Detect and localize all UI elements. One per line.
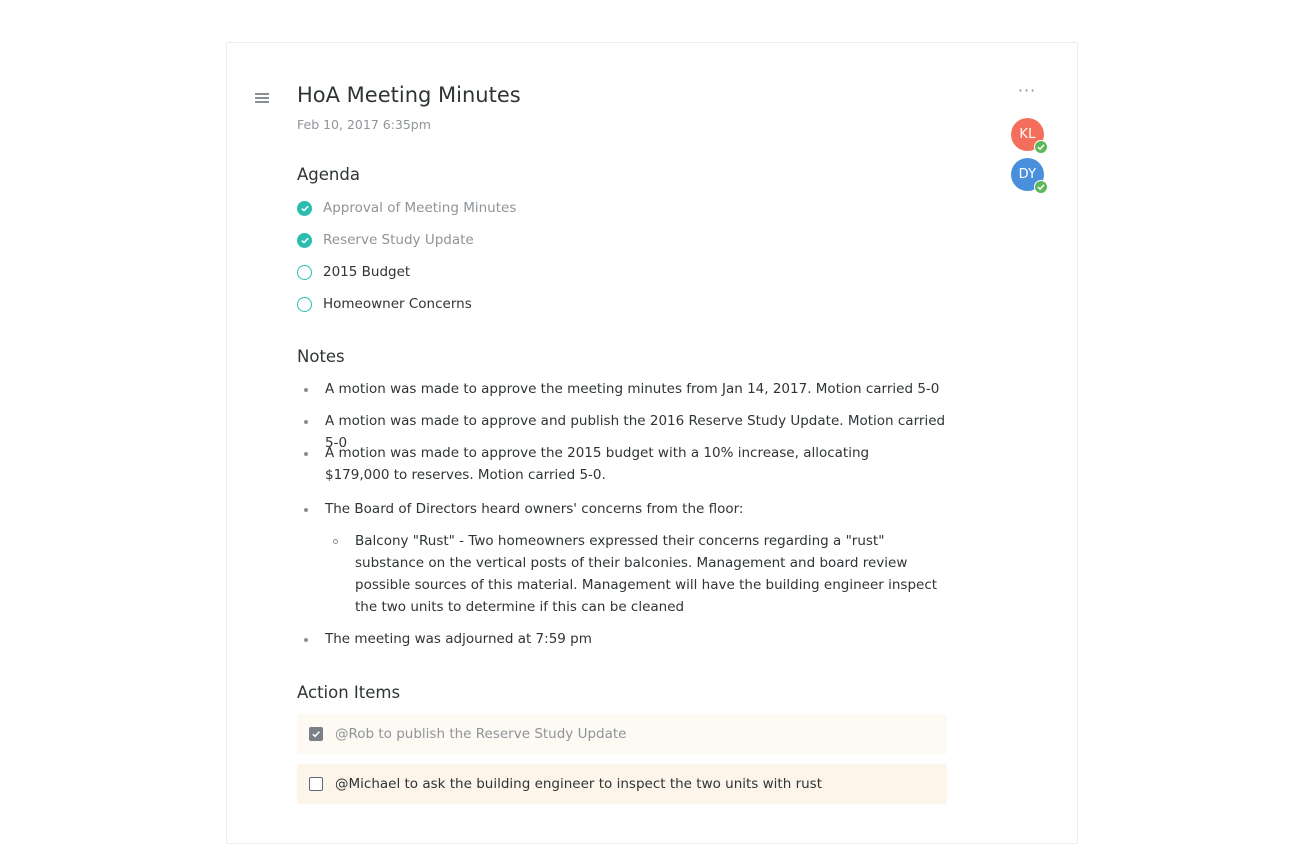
empty-circle-icon[interactable] bbox=[297, 296, 312, 312]
note-subitem[interactable]: Balcony "Rust" - Two homeowners expresse… bbox=[355, 530, 940, 618]
document-card: ··· KL DY HoA Meeting Minutes Feb 10, 20… bbox=[226, 42, 1078, 844]
unchecked-checkbox[interactable] bbox=[309, 777, 323, 791]
note-item[interactable]: The Board of Directors heard owners' con… bbox=[325, 498, 955, 520]
online-check-icon bbox=[1034, 140, 1048, 154]
avatar-initials: KL bbox=[1019, 127, 1036, 142]
agenda-item-label: Homeowner Concerns bbox=[323, 296, 472, 312]
avatar[interactable]: KL bbox=[1011, 118, 1048, 154]
document-date: Feb 10, 2017 6:35pm bbox=[297, 117, 431, 132]
note-item[interactable]: The meeting was adjourned at 7:59 pm bbox=[325, 628, 955, 650]
action-items-heading: Action Items bbox=[297, 683, 401, 702]
notes-heading: Notes bbox=[297, 347, 345, 366]
note-item[interactable]: A motion was made to approve the 2015 bu… bbox=[325, 442, 925, 486]
completed-circle-icon[interactable] bbox=[297, 200, 312, 216]
agenda-heading: Agenda bbox=[297, 165, 360, 184]
avatar-initials: DY bbox=[1018, 167, 1037, 182]
agenda-item[interactable]: Reserve Study Update bbox=[297, 230, 474, 250]
empty-circle-icon[interactable] bbox=[297, 264, 312, 280]
action-item[interactable]: @Michael to ask the building engineer to… bbox=[297, 764, 947, 804]
action-item-label: @Rob to publish the Reserve Study Update bbox=[335, 726, 627, 742]
sub-bullet-icon bbox=[333, 539, 338, 544]
bullet-icon bbox=[304, 388, 308, 392]
agenda-item-label: Approval of Meeting Minutes bbox=[323, 200, 517, 216]
bullet-icon bbox=[304, 508, 308, 512]
agenda-item[interactable]: Approval of Meeting Minutes bbox=[297, 198, 516, 218]
avatar[interactable]: DY bbox=[1011, 158, 1048, 194]
bullet-icon bbox=[304, 452, 308, 456]
agenda-item[interactable]: 2015 Budget bbox=[297, 262, 410, 282]
page-title[interactable]: HoA Meeting Minutes bbox=[297, 83, 521, 107]
menu-icon[interactable] bbox=[255, 93, 269, 103]
note-item[interactable]: A motion was made to approve the meeting… bbox=[325, 378, 955, 400]
agenda-item-label: 2015 Budget bbox=[323, 264, 411, 280]
bullet-icon bbox=[304, 420, 308, 424]
action-item-label: @Michael to ask the building engineer to… bbox=[335, 776, 823, 792]
agenda-item-label: Reserve Study Update bbox=[323, 232, 474, 248]
action-item[interactable]: @Rob to publish the Reserve Study Update bbox=[297, 714, 947, 754]
more-options-icon[interactable]: ··· bbox=[1017, 83, 1037, 99]
checked-checkbox[interactable] bbox=[309, 727, 323, 741]
agenda-item[interactable]: Homeowner Concerns bbox=[297, 294, 472, 314]
completed-circle-icon[interactable] bbox=[297, 232, 312, 248]
bullet-icon bbox=[304, 638, 308, 642]
online-check-icon bbox=[1034, 180, 1048, 194]
